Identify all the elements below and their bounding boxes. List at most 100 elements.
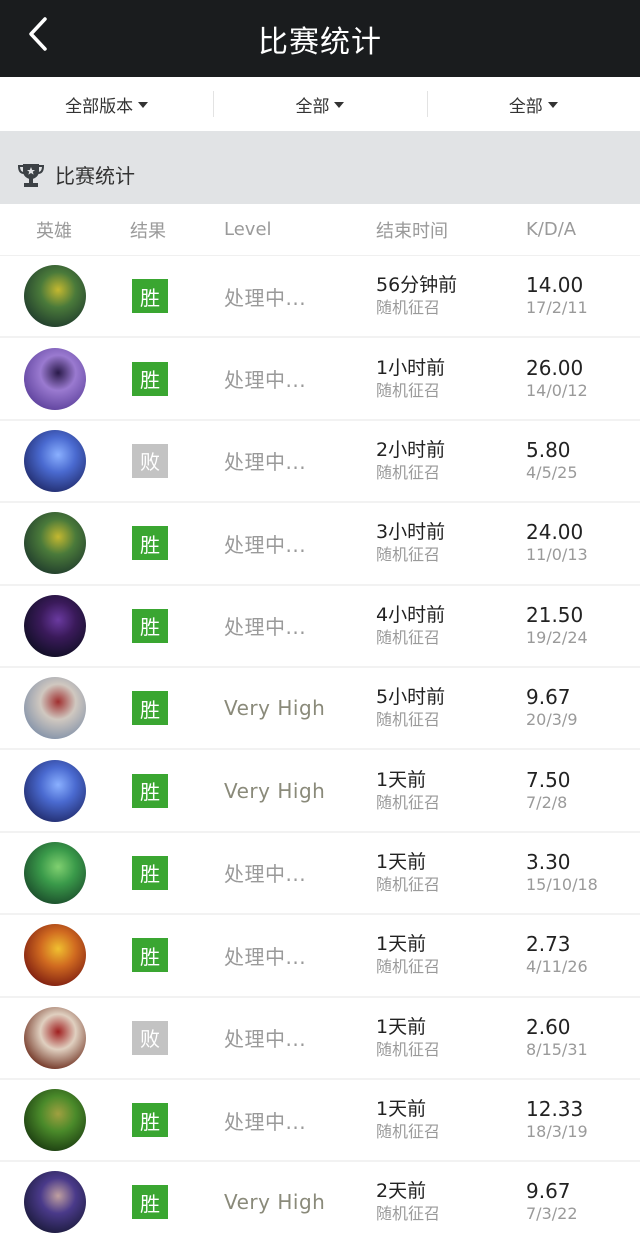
back-button[interactable] [20, 14, 56, 54]
filter-version-dropdown[interactable]: 全部版本 [0, 77, 213, 131]
result-badge: 胜 [132, 1185, 168, 1220]
hero-avatar [24, 594, 86, 657]
match-row[interactable]: 胜 处理中... 1天前 随机征召 12.33 18/3/19 [0, 1080, 640, 1163]
match-row[interactable]: 胜 处理中... 3小时前 随机征召 24.00 11/0/13 [0, 503, 640, 586]
match-list: 胜 处理中... 56分钟前 随机征召 14.00 17/2/11 胜 处理中.… [0, 256, 640, 1239]
kda-ratio: 5.80 [526, 437, 571, 462]
hero-avatar [24, 265, 86, 328]
kda-detail: 19/2/24 [526, 627, 588, 647]
game-mode: 随机征召 [376, 1039, 441, 1059]
page-title: 比赛统计 [258, 24, 382, 60]
level-text: 处理中... [224, 1109, 307, 1134]
end-time: 4小时前 [376, 603, 446, 626]
hero-avatar [24, 1006, 86, 1069]
game-mode: 随机征召 [376, 792, 441, 812]
end-time: 5小时前 [376, 686, 446, 709]
game-mode: 随机征召 [376, 1204, 441, 1224]
level-text: 处理中... [224, 368, 307, 393]
match-row[interactable]: 胜 处理中... 56分钟前 随机征召 14.00 17/2/11 [0, 256, 640, 339]
match-row[interactable]: 胜 处理中... 1小时前 随机征召 26.00 14/0/12 [0, 338, 640, 421]
game-mode: 随机征召 [376, 627, 441, 647]
level-text: 处理中... [224, 1027, 307, 1052]
caret-down-icon [547, 102, 558, 108]
trophy-icon [17, 163, 45, 187]
game-mode: 随机征召 [376, 874, 441, 894]
level-text: Very High [224, 1190, 326, 1215]
result-badge: 胜 [132, 691, 168, 726]
end-time: 2小时前 [376, 438, 446, 461]
match-row[interactable]: 败 处理中... 1天前 随机征召 2.60 8/15/31 [0, 998, 640, 1080]
match-row[interactable]: 胜 Very High 1天前 随机征召 7.50 7/2/8 [0, 750, 640, 833]
kda-detail: 4/11/26 [526, 957, 588, 977]
kda-detail: 11/0/13 [526, 545, 588, 565]
end-time: 1天前 [376, 1098, 427, 1121]
kda-ratio: 9.67 [526, 1179, 571, 1204]
kda-ratio: 2.73 [526, 932, 571, 957]
match-row[interactable]: 胜 处理中... 1天前 随机征召 3.30 15/10/18 [0, 833, 640, 916]
result-badge: 胜 [132, 608, 168, 643]
hero-avatar [24, 677, 86, 740]
caret-down-icon [334, 102, 345, 108]
kda-ratio: 21.50 [526, 602, 584, 627]
kda-ratio: 26.00 [526, 355, 584, 380]
match-row[interactable]: 胜 处理中... 1天前 随机征召 2.73 4/11/26 [0, 915, 640, 998]
end-time: 2天前 [376, 1180, 427, 1203]
kda-detail: 4/5/25 [526, 462, 578, 482]
section-header: 比赛统计 [0, 131, 640, 204]
match-row[interactable]: 胜 Very High 5小时前 随机征召 9.67 20/3/9 [0, 668, 640, 751]
kda-detail: 20/3/9 [526, 710, 578, 730]
hero-avatar [24, 759, 86, 822]
level-text: 处理中... [224, 862, 307, 887]
filter-hero-dropdown[interactable]: 全部 [426, 77, 640, 131]
result-badge: 胜 [132, 1103, 168, 1138]
hero-avatar [24, 347, 86, 410]
hero-avatar [24, 512, 86, 575]
result-badge: 胜 [132, 773, 168, 808]
chevron-left-icon [29, 17, 47, 51]
column-header-time: 结束时间 [376, 220, 448, 242]
section-title: 比赛统计 [55, 164, 135, 188]
game-mode: 随机征召 [376, 710, 441, 730]
column-header-result: 结果 [130, 220, 166, 242]
end-time: 1天前 [376, 933, 427, 956]
end-time: 1天前 [376, 1015, 427, 1038]
top-bar: 比赛统计 [0, 0, 640, 77]
result-badge: 胜 [132, 526, 168, 561]
match-row[interactable]: 胜 Very High 2天前 随机征召 9.67 7/3/22 [0, 1162, 640, 1239]
game-mode: 随机征召 [376, 1122, 441, 1142]
match-row[interactable]: 胜 处理中... 4小时前 随机征召 21.50 19/2/24 [0, 586, 640, 668]
level-text: 处理中... [224, 450, 307, 475]
match-row[interactable]: 败 处理中... 2小时前 随机征召 5.80 4/5/25 [0, 421, 640, 504]
result-badge: 败 [132, 443, 168, 478]
kda-ratio: 12.33 [526, 1097, 584, 1122]
end-time: 3小时前 [376, 521, 446, 544]
hero-avatar [24, 924, 86, 987]
filter-mode-dropdown[interactable]: 全部 [213, 77, 426, 131]
kda-detail: 8/15/31 [526, 1039, 588, 1059]
result-badge: 胜 [132, 855, 168, 890]
kda-ratio: 7.50 [526, 767, 571, 792]
filter-label: 全部 [295, 96, 330, 117]
level-text: Very High [224, 778, 326, 803]
end-time: 1小时前 [376, 356, 446, 379]
column-header-hero: 英雄 [36, 220, 72, 242]
kda-ratio: 3.30 [526, 849, 571, 874]
level-text: 处理中... [224, 532, 307, 557]
game-mode: 随机征召 [376, 957, 441, 977]
result-badge: 胜 [132, 938, 168, 973]
column-header-level: Level [224, 219, 272, 240]
filter-label: 全部 [508, 96, 543, 117]
kda-detail: 14/0/12 [526, 380, 588, 400]
hero-avatar [24, 429, 86, 492]
kda-detail: 7/3/22 [526, 1204, 578, 1224]
kda-ratio: 9.67 [526, 685, 571, 710]
level-text: 处理中... [224, 944, 307, 969]
game-mode: 随机征召 [376, 298, 441, 318]
hero-avatar [24, 1089, 86, 1152]
filter-bar: 全部版本 全部 全部 [0, 77, 640, 131]
level-text: 处理中... [224, 615, 307, 640]
kda-ratio: 2.60 [526, 1014, 571, 1039]
result-badge: 败 [132, 1020, 168, 1055]
hero-avatar [24, 1171, 86, 1234]
game-mode: 随机征召 [376, 545, 441, 565]
